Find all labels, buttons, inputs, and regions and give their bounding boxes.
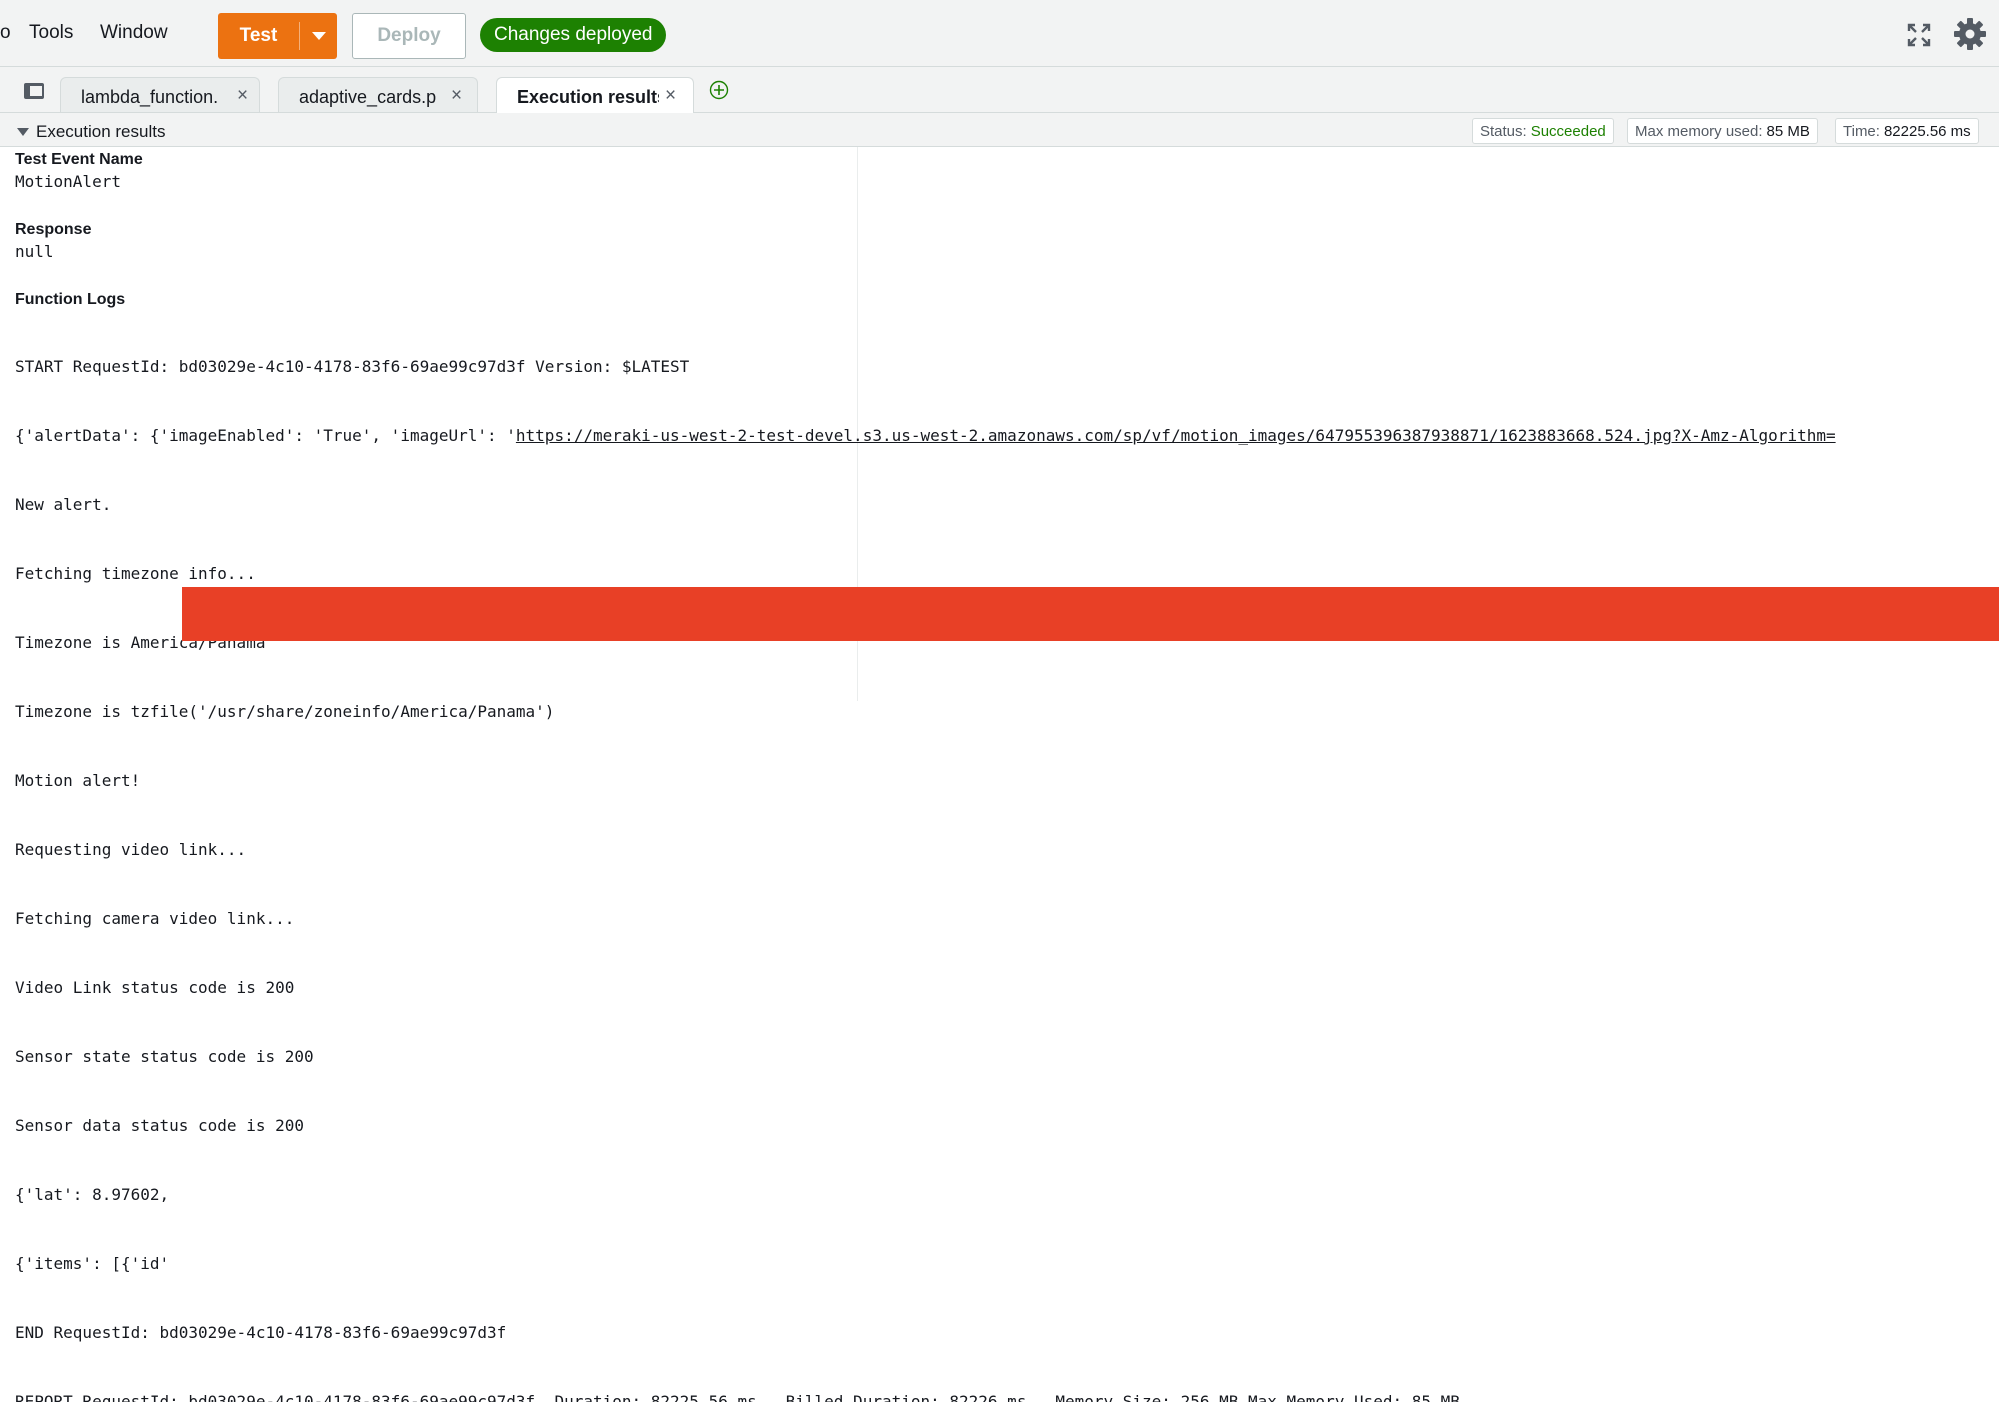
log-line: REPORT RequestId: bd03029e-4c10-4178-83f…: [15, 1392, 1460, 1402]
close-icon[interactable]: ×: [665, 85, 676, 107]
time-badge: Time: 82225.56 ms: [1835, 118, 1979, 144]
tab-label: adaptive_cards.p: [299, 87, 437, 107]
log-line: END RequestId: bd03029e-4c10-4178-83f6-6…: [15, 1323, 507, 1342]
status-badge: Status: Succeeded: [1472, 118, 1614, 144]
test-event-name-value: MotionAlert: [15, 172, 121, 191]
log-line: Video Link status code is 200: [15, 978, 295, 997]
tab-list-icon[interactable]: [24, 83, 44, 99]
memory-value: 85 MB: [1766, 122, 1810, 140]
deploy-button[interactable]: Deploy: [352, 13, 466, 59]
log-line: Timezone is tzfile('/usr/share/zoneinfo/…: [15, 702, 555, 721]
execution-results-header: Execution results Status: Succeeded Max …: [0, 113, 1999, 147]
tab-execution-results[interactable]: Execution results ×: [496, 77, 694, 113]
log-line: START RequestId: bd03029e-4c10-4178-83f6…: [15, 357, 690, 376]
log-line: Fetching camera video link...: [15, 909, 295, 928]
gear-icon[interactable]: [1953, 17, 1987, 51]
log-line: Motion alert!: [15, 771, 141, 790]
editor-tab-bar: lambda_function. × adaptive_cards.p × Ex…: [0, 67, 1999, 113]
log-line: Sensor data status code is 200: [15, 1116, 304, 1135]
execution-output: Test Event Name MotionAlert Response nul…: [0, 147, 1999, 1402]
close-icon[interactable]: ×: [237, 85, 248, 107]
log-line: Sensor state status code is 200: [15, 1047, 314, 1066]
memory-label: Max memory used:: [1635, 122, 1763, 140]
tab-adaptive-cards[interactable]: adaptive_cards.p ×: [278, 77, 478, 112]
max-memory-badge: Max memory used: 85 MB: [1627, 118, 1818, 144]
test-split-button: Test: [218, 13, 337, 59]
function-logs: START RequestId: bd03029e-4c10-4178-83f6…: [15, 309, 1836, 1402]
time-label: Time:: [1843, 122, 1880, 140]
test-event-name-label: Test Event Name: [15, 151, 143, 168]
tab-label: lambda_function.: [81, 87, 219, 107]
status-value: Succeeded: [1530, 122, 1606, 140]
time-value: 82225.56 ms: [1883, 122, 1971, 140]
redaction-overlay: [182, 587, 1999, 641]
log-line-alert: {'alertData': {'imageEnabled': 'True', '…: [15, 424, 1836, 447]
log-alert-prefix: {'alertData': {'imageEnabled': 'True', '…: [15, 426, 516, 445]
log-line: Requesting video link...: [15, 840, 247, 859]
menu-item-window[interactable]: Window: [100, 22, 168, 44]
image-url-link[interactable]: https://meraki-us-west-2-test-devel.s3.u…: [516, 426, 1836, 445]
top-toolbar: o Tools Window Test Deploy Changes deplo…: [0, 0, 1999, 67]
add-tab-icon[interactable]: [709, 80, 729, 100]
log-line: {'lat': 8.97602,: [15, 1185, 170, 1204]
tab-lambda-function[interactable]: lambda_function. ×: [60, 77, 260, 112]
log-line: Fetching timezone info...: [15, 564, 256, 583]
close-icon[interactable]: ×: [451, 85, 462, 107]
tab-label: Execution results: [517, 87, 659, 107]
caret-down-icon: [17, 128, 29, 136]
test-button[interactable]: Test: [218, 13, 299, 59]
function-logs-label: Function Logs: [15, 291, 126, 308]
log-line: {'items': [{'id': [15, 1254, 170, 1273]
caret-down-icon: [311, 32, 326, 40]
status-label: Status:: [1480, 122, 1527, 140]
menu-item-clipped[interactable]: o: [0, 22, 11, 44]
test-dropdown-button[interactable]: [300, 13, 337, 59]
execution-results-toggle[interactable]: Execution results: [17, 122, 165, 142]
response-label: Response: [15, 221, 92, 238]
fullscreen-icon[interactable]: [1906, 22, 1932, 48]
panel-title: Execution results: [36, 122, 166, 141]
response-value: null: [15, 242, 54, 261]
log-line: New alert.: [15, 495, 112, 514]
changes-deployed-badge: Changes deployed: [480, 18, 667, 52]
menu-item-tools[interactable]: Tools: [29, 22, 73, 44]
